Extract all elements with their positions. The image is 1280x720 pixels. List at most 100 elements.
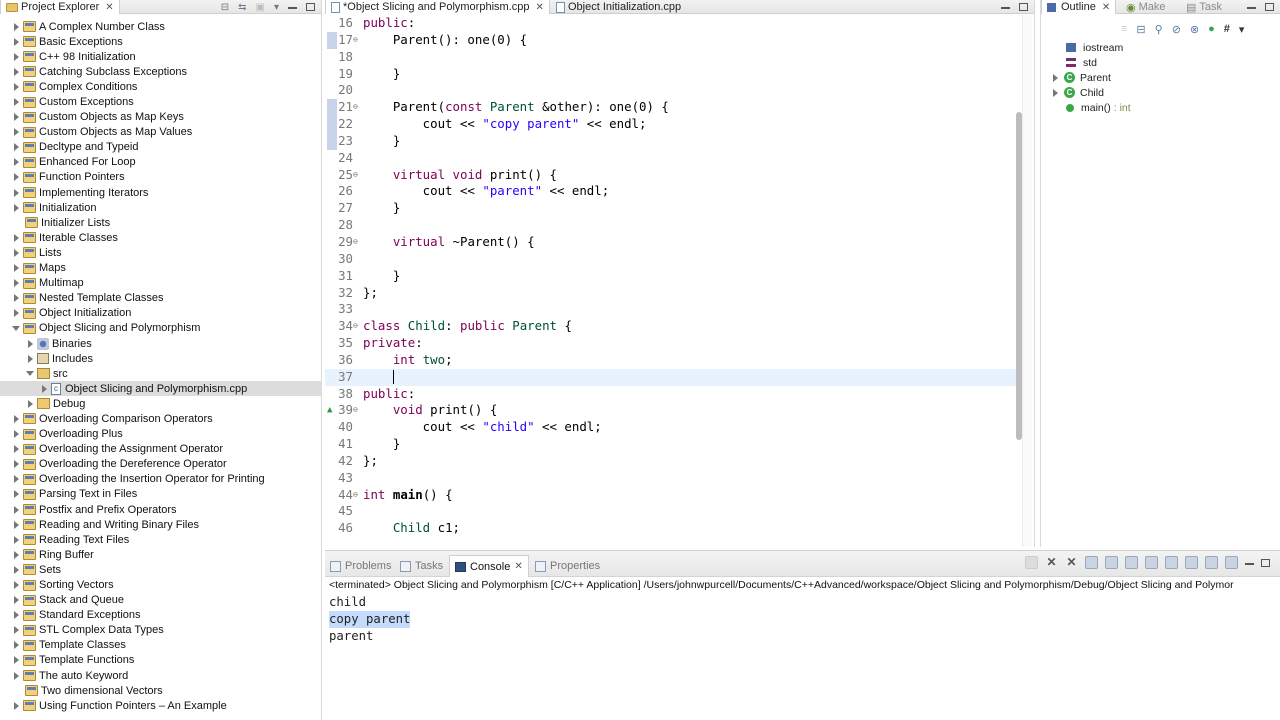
- collapsed-arrow-icon[interactable]: [14, 279, 19, 288]
- hide-static-icon[interactable]: ⊘: [1172, 23, 1181, 36]
- tree-item[interactable]: Overloading Comparison Operators: [0, 411, 322, 426]
- editor-tab-inactive[interactable]: Object Initialization.cpp: [551, 0, 686, 14]
- collapsed-arrow-icon[interactable]: [14, 671, 19, 680]
- code-line[interactable]: 20: [325, 82, 1022, 99]
- collapsed-arrow-icon[interactable]: [42, 384, 47, 393]
- collapsed-arrow-icon[interactable]: [14, 656, 19, 665]
- code-line[interactable]: 26 cout << "parent" << endl;: [325, 183, 1022, 200]
- code-line[interactable]: 38 public:: [325, 386, 1022, 403]
- collapsed-arrow-icon[interactable]: [14, 52, 19, 61]
- code-line[interactable]: 17 ⊖ Parent(): one(0) {: [325, 31, 1022, 49]
- minimize-icon[interactable]: [1001, 7, 1010, 9]
- remove-launch-icon[interactable]: ✕: [1045, 556, 1058, 569]
- code-line[interactable]: 31 }: [325, 268, 1022, 285]
- collapsed-arrow-icon[interactable]: [14, 82, 19, 91]
- code-line[interactable]: 19 }: [325, 66, 1022, 83]
- tree-item[interactable]: Overloading Plus: [0, 427, 322, 442]
- code-line[interactable]: 34 ⊖ class Child: public Parent {: [325, 318, 1022, 335]
- tree-item[interactable]: Custom Objects as Map Keys: [0, 110, 322, 125]
- collapsed-arrow-icon[interactable]: [14, 596, 19, 605]
- expanded-arrow-icon[interactable]: [26, 371, 34, 377]
- tree-item[interactable]: Reading and Writing Binary Files: [0, 517, 322, 532]
- view-menu-icon[interactable]: ▾: [1239, 23, 1245, 36]
- tab-task[interactable]: ▤ Task: [1181, 0, 1227, 14]
- console-output[interactable]: child copy parent parent: [329, 594, 411, 645]
- scroll-lock-icon[interactable]: [1105, 556, 1118, 569]
- code-line[interactable]: 46 Child c1;: [325, 520, 1022, 537]
- code-line[interactable]: 40 cout << "child" << endl;: [325, 419, 1022, 436]
- close-icon[interactable]: ✕: [535, 2, 543, 13]
- tree-item[interactable]: Sets: [0, 562, 322, 577]
- terminate-icon[interactable]: [1025, 556, 1038, 569]
- tree-item[interactable]: A Complex Number Class: [0, 19, 322, 34]
- collapsed-arrow-icon[interactable]: [14, 37, 19, 46]
- collapsed-arrow-icon[interactable]: [14, 294, 19, 303]
- collapsed-arrow-icon[interactable]: [14, 128, 19, 137]
- hide-fields-icon[interactable]: ⚲: [1155, 23, 1163, 36]
- outline-item[interactable]: C Child: [1051, 85, 1131, 100]
- collapsed-arrow-icon[interactable]: [14, 248, 19, 257]
- minimize-icon[interactable]: [288, 7, 297, 9]
- code-line[interactable]: 36 int two;: [325, 352, 1022, 369]
- tree-item[interactable]: Enhanced For Loop: [0, 155, 322, 170]
- tree-item[interactable]: Complex Conditions: [0, 79, 322, 94]
- collapsed-arrow-icon[interactable]: [14, 173, 19, 182]
- code-line[interactable]: 29 ⊖ virtual ~Parent() {: [325, 234, 1022, 251]
- fold-icon[interactable]: ⊖: [353, 234, 361, 251]
- outline-item[interactable]: std: [1051, 55, 1131, 70]
- collapsed-arrow-icon[interactable]: [28, 339, 33, 348]
- collapsed-arrow-icon[interactable]: [14, 188, 19, 197]
- collapsed-arrow-icon[interactable]: [14, 581, 19, 590]
- collapsed-arrow-icon[interactable]: [14, 143, 19, 152]
- tree-item[interactable]: Overloading the Assignment Operator: [0, 442, 322, 457]
- tree-item[interactable]: Ring Buffer: [0, 547, 322, 562]
- view-menu-icon[interactable]: ▾: [274, 2, 279, 13]
- tree-item[interactable]: The auto Keyword: [0, 668, 322, 683]
- tree-item[interactable]: Overloading the Dereference Operator: [0, 457, 322, 472]
- code-line[interactable]: ▲ 39 ⊖ void print() {: [325, 402, 1022, 419]
- maximize-icon[interactable]: [1265, 3, 1274, 11]
- close-icon[interactable]: ✕: [105, 2, 113, 13]
- collapsed-arrow-icon[interactable]: [14, 475, 19, 484]
- tree-item[interactable]: C++ 98 Initialization: [0, 49, 322, 64]
- remove-all-icon[interactable]: ✕: [1065, 556, 1078, 569]
- code-line[interactable]: 28: [325, 217, 1022, 234]
- tree-item[interactable]: STL Complex Data Types: [0, 623, 322, 638]
- maximize-icon[interactable]: [1261, 558, 1270, 567]
- tree-item[interactable]: Sorting Vectors: [0, 577, 322, 592]
- collapsed-arrow-icon[interactable]: [14, 98, 19, 107]
- tree-item[interactable]: src: [0, 366, 322, 381]
- tree-item[interactable]: Template Functions: [0, 653, 322, 668]
- tree-item[interactable]: Binaries: [0, 336, 322, 351]
- collapsed-arrow-icon[interactable]: [14, 520, 19, 529]
- code-line[interactable]: 16 public:: [325, 15, 1022, 32]
- tree-item[interactable]: Reading Text Files: [0, 532, 322, 547]
- link-icon[interactable]: ●: [1208, 23, 1215, 36]
- tab-tasks[interactable]: Tasks: [400, 557, 443, 575]
- tree-item[interactable]: Parsing Text in Files: [0, 487, 322, 502]
- fold-icon[interactable]: ⊖: [353, 318, 361, 335]
- tree-item[interactable]: Template Classes: [0, 638, 322, 653]
- code-line[interactable]: 32};: [325, 285, 1022, 302]
- maximize-icon[interactable]: [1019, 3, 1028, 11]
- sort-icon[interactable]: ≡: [1121, 23, 1127, 36]
- pin-console-icon[interactable]: [1185, 556, 1198, 569]
- tree-item[interactable]: Stack and Queue: [0, 593, 322, 608]
- code-line[interactable]: 23 }: [325, 132, 1022, 150]
- code-line[interactable]: 35 private:: [325, 335, 1022, 352]
- link-editor-icon[interactable]: ⇆: [238, 2, 246, 13]
- tree-item[interactable]: Object Slicing and Polymorphism: [0, 321, 322, 336]
- tree-item[interactable]: Decltype and Typeid: [0, 140, 322, 155]
- tree-item[interactable]: Maps: [0, 261, 322, 276]
- tree-item[interactable]: Object Initialization: [0, 306, 322, 321]
- collapsed-arrow-icon[interactable]: [14, 535, 19, 544]
- code-line[interactable]: 21 ⊖ Parent(const Parent &other): one(0) …: [325, 99, 1022, 117]
- tree-item[interactable]: c Object Slicing and Polymorphism.cpp: [0, 381, 322, 397]
- open-console-icon[interactable]: [1225, 556, 1238, 569]
- collapsed-arrow-icon[interactable]: [28, 399, 33, 408]
- collapsed-arrow-icon[interactable]: [14, 67, 19, 76]
- tree-item[interactable]: Initialization: [0, 200, 322, 215]
- code-line[interactable]: 27 }: [325, 200, 1022, 217]
- collapsed-arrow-icon[interactable]: [14, 550, 19, 559]
- collapsed-arrow-icon[interactable]: [14, 641, 19, 650]
